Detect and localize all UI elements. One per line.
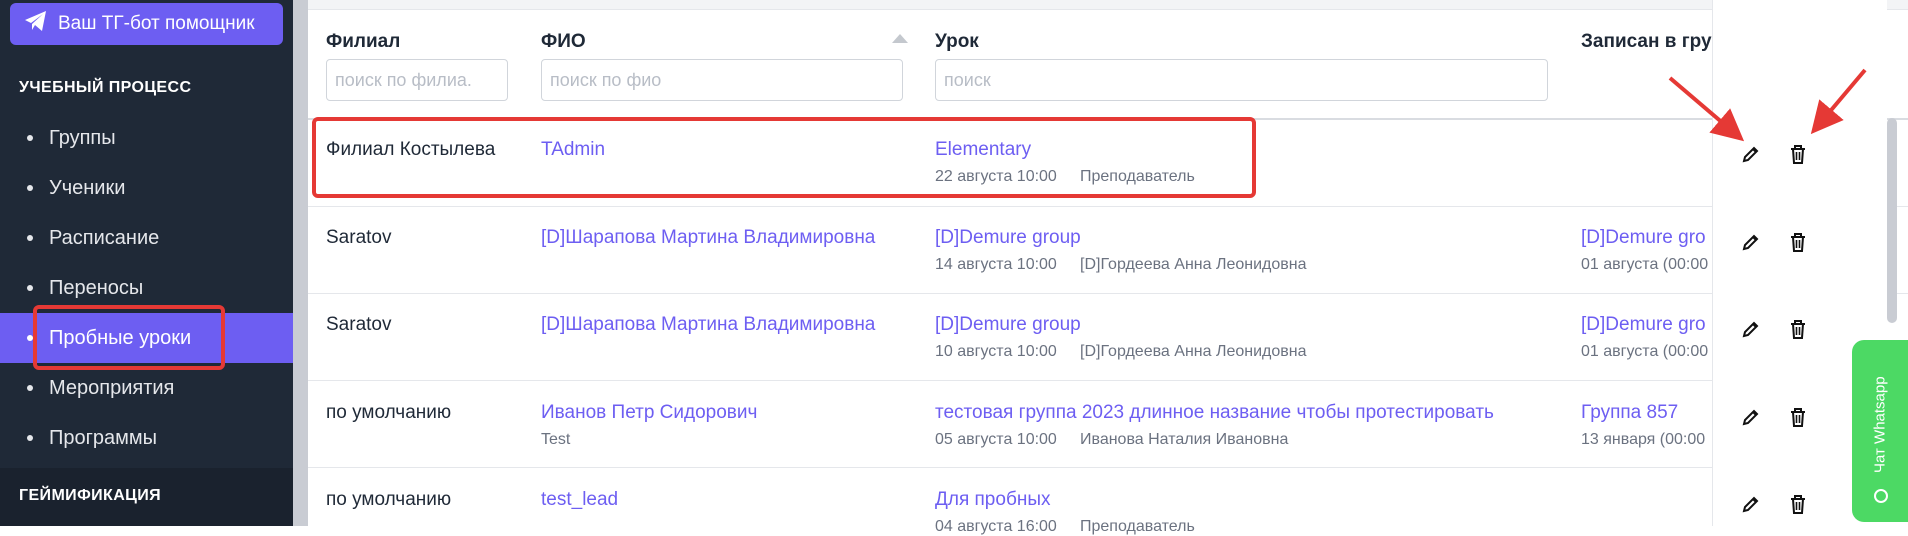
bullet-icon <box>27 385 33 391</box>
vertical-scrollbar[interactable] <box>1887 118 1897 323</box>
bullet-icon <box>27 235 33 241</box>
sidebar-item-label: Расписание <box>49 226 160 249</box>
bullet-icon <box>27 285 33 291</box>
lesson-teacher: Преподаватель <box>1080 518 1195 535</box>
branch-filter-input[interactable] <box>326 59 508 101</box>
fio-filter-input[interactable] <box>541 59 903 101</box>
column-header-lesson[interactable]: Урок <box>935 31 979 53</box>
trash-icon[interactable] <box>1784 490 1812 518</box>
student-note: Test <box>541 431 571 448</box>
sort-arrow-icon[interactable] <box>892 30 908 48</box>
pencil-icon[interactable] <box>1737 315 1765 343</box>
group-link[interactable]: [D]Demure gro <box>1581 227 1706 249</box>
cell-branch: по умолчанию <box>326 402 452 423</box>
lesson-date: 10 августа 10:00 <box>935 343 1057 360</box>
cell-branch: Saratov <box>326 314 392 335</box>
group-link[interactable]: Группа 857 <box>1581 402 1678 424</box>
trash-icon[interactable] <box>1784 315 1812 343</box>
annotation-arrow <box>1668 68 1867 142</box>
lesson-teacher: [D]Гордеева Анна Леонидовна <box>1080 343 1307 360</box>
student-link[interactable]: test_lead <box>541 489 618 511</box>
bullet-icon <box>27 185 33 191</box>
student-link[interactable]: [D]Шарапова Мартина Владимировна <box>541 227 875 249</box>
sidebar-item-events[interactable]: Мероприятия <box>0 363 293 413</box>
whatsapp-icon <box>1873 488 1889 509</box>
cell-branch: по умолчанию <box>326 489 452 510</box>
sidebar-item-students[interactable]: Ученики <box>0 163 293 213</box>
telegram-icon <box>24 10 58 38</box>
lesson-link[interactable]: Для пробных <box>935 489 1050 511</box>
trash-icon[interactable] <box>1784 228 1812 256</box>
pencil-icon[interactable] <box>1737 490 1765 518</box>
pencil-icon[interactable] <box>1737 403 1765 431</box>
bullet-icon <box>27 135 33 141</box>
lesson-filter-input[interactable] <box>935 59 1548 101</box>
sidebar-item-label: Переносы <box>49 276 144 299</box>
sidebar-item-label: Ученики <box>49 176 126 199</box>
pencil-icon[interactable] <box>1737 228 1765 256</box>
student-link[interactable]: Иванов Петр Сидорович <box>541 402 757 424</box>
lesson-link[interactable]: тестовая группа 2023 длинное название чт… <box>935 402 1494 424</box>
sidebar-item-label: Мероприятия <box>49 376 175 399</box>
column-header-branch[interactable]: Филиал <box>326 31 400 53</box>
highlight-sidebar-box <box>33 305 225 370</box>
section-learning-title: УЧЕБНЫЙ ПРОЦЕСС <box>19 79 192 96</box>
trash-icon[interactable] <box>1784 403 1812 431</box>
group-date: 01 августа (00:00 <box>1581 343 1709 360</box>
group-link[interactable]: [D]Demure gro <box>1581 314 1706 336</box>
sidebar-item-programs[interactable]: Программы <box>0 413 293 463</box>
cell-branch: Saratov <box>326 227 392 248</box>
tg-bot-button[interactable]: Ваш ТГ-бот помощник <box>10 3 283 45</box>
lesson-date: 14 августа 10:00 <box>935 256 1057 273</box>
column-header-enrolled[interactable]: Записан в гру <box>1581 31 1712 53</box>
lesson-link[interactable]: [D]Demure group <box>935 314 1081 336</box>
row-divider <box>308 380 1908 381</box>
group-date: 01 августа (00:00 <box>1581 256 1709 273</box>
section-gamification-title: ГЕЙМИФИКАЦИЯ <box>19 487 162 504</box>
tg-bot-label: Ваш ТГ-бот помощник <box>58 13 255 34</box>
group-date: 13 января (00:00 <box>1581 431 1706 448</box>
column-header-fio[interactable]: ФИО <box>541 31 586 53</box>
row-divider <box>308 293 1908 294</box>
highlight-row-box <box>312 117 1256 198</box>
sidebar-item-groups[interactable]: Группы <box>0 113 293 163</box>
bullet-icon <box>27 435 33 441</box>
sidebar-item-schedule[interactable]: Расписание <box>0 213 293 263</box>
lesson-date: 05 августа 10:00 <box>935 431 1057 448</box>
row-divider <box>308 206 1908 207</box>
lesson-date: 04 августа 16:00 <box>935 518 1057 535</box>
student-link[interactable]: [D]Шарапова Мартина Владимировна <box>541 314 875 336</box>
sidebar-item-label: Группы <box>49 126 116 149</box>
lesson-link[interactable]: [D]Demure group <box>935 227 1081 249</box>
lesson-teacher: [D]Гордеева Анна Леонидовна <box>1080 256 1307 273</box>
content-gutter <box>293 0 308 526</box>
sidebar: Ваш ТГ-бот помощник УЧЕБНЫЙ ПРОЦЕСС Груп… <box>0 0 293 526</box>
lesson-teacher: Иванова Наталия Ивановна <box>1080 431 1289 448</box>
table-top-bar <box>308 0 1908 10</box>
sidebar-item-label: Программы <box>49 426 158 449</box>
whatsapp-label: Чат Whatsapp <box>1871 376 1889 474</box>
row-divider <box>308 467 1908 468</box>
